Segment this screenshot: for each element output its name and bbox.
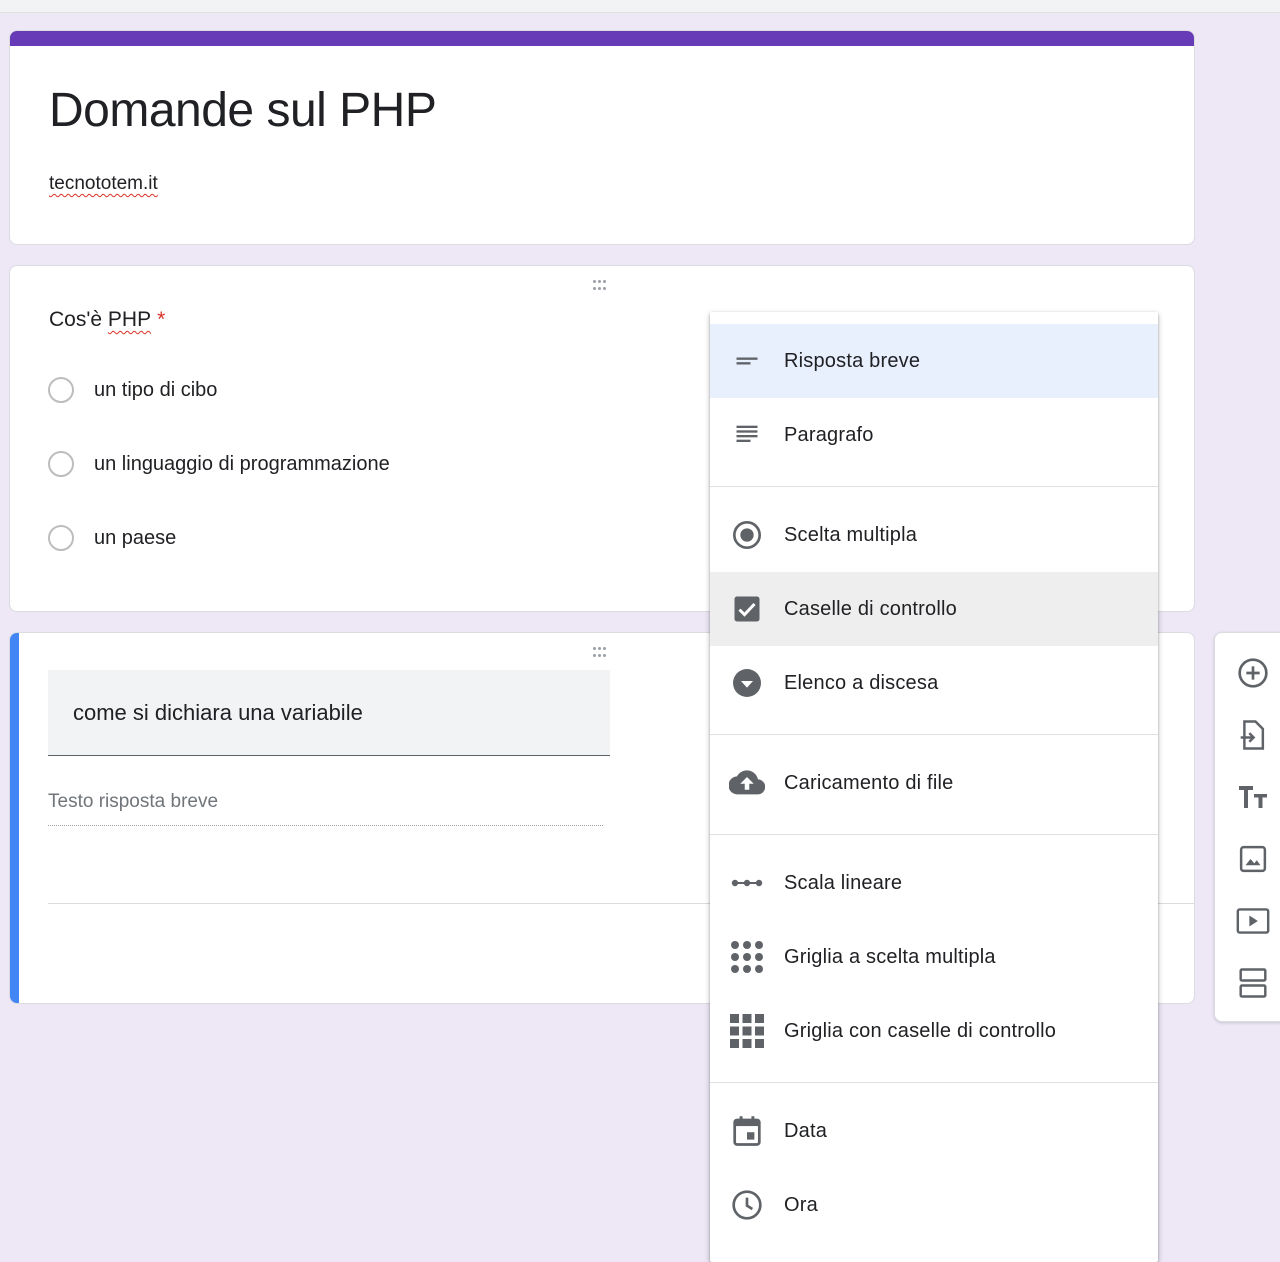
floating-toolbar: [1214, 632, 1280, 1022]
option-label: un paese: [94, 526, 177, 549]
required-asterisk: *: [157, 308, 166, 331]
add-title-icon[interactable]: [1235, 779, 1271, 815]
add-section-icon[interactable]: [1235, 965, 1271, 1001]
radio-button-icon: [729, 517, 765, 553]
menu-item-date[interactable]: Data: [710, 1094, 1158, 1168]
form-header-card: Domande sul PHP tecnototem.it: [9, 30, 1195, 245]
question-title: Cos'è PHP *: [49, 308, 166, 331]
add-image-icon[interactable]: [1235, 841, 1271, 877]
checkbox-icon: [729, 591, 765, 627]
radio-grid-icon: [729, 939, 765, 975]
checkbox-grid-icon: [729, 1013, 765, 1049]
paragraph-icon: [729, 417, 765, 453]
calendar-icon: [729, 1113, 765, 1149]
form-description[interactable]: tecnototem.it: [49, 173, 158, 195]
browser-top-bar: [0, 0, 1280, 13]
clock-icon: [729, 1187, 765, 1223]
option-label: un tipo di cibo: [94, 378, 218, 401]
short-answer-placeholder: Testo risposta breve: [48, 791, 603, 826]
menu-item-paragraph[interactable]: Paragrafo: [710, 398, 1158, 472]
menu-separator: [710, 1082, 1158, 1083]
radio-option[interactable]: un paese: [48, 522, 176, 554]
radio-option[interactable]: un linguaggio di programmazione: [48, 448, 390, 480]
linear-scale-icon: [729, 865, 765, 901]
add-video-icon[interactable]: [1235, 903, 1271, 939]
short-text-icon: [729, 343, 765, 379]
menu-separator: [710, 734, 1158, 735]
dropdown-arrow-icon: [729, 665, 765, 701]
menu-item-multiple-choice-grid[interactable]: Griglia a scelta multipla: [710, 920, 1158, 994]
active-indicator: [10, 633, 19, 1003]
menu-item-checkbox-grid[interactable]: Griglia con caselle di controllo: [710, 994, 1158, 1068]
menu-item-linear-scale[interactable]: Scala lineare: [710, 846, 1158, 920]
drag-handle-icon[interactable]: [593, 280, 608, 294]
question-type-menu[interactable]: Risposta breve Paragrafo Scelta multipla…: [710, 312, 1158, 1262]
radio-circle-icon[interactable]: [48, 451, 74, 477]
menu-item-checkboxes[interactable]: Caselle di controllo: [710, 572, 1158, 646]
add-question-icon[interactable]: [1235, 655, 1271, 691]
option-label: un linguaggio di programmazione: [94, 452, 390, 475]
question-title-input[interactable]: come si dichiara una variabile: [48, 670, 610, 756]
drag-handle-icon[interactable]: [593, 647, 608, 661]
menu-item-multiple-choice[interactable]: Scelta multipla: [710, 498, 1158, 572]
menu-separator: [710, 486, 1158, 487]
radio-circle-icon[interactable]: [48, 377, 74, 403]
radio-circle-icon[interactable]: [48, 525, 74, 551]
menu-item-short-answer[interactable]: Risposta breve: [710, 324, 1158, 398]
menu-item-time[interactable]: Ora: [710, 1168, 1158, 1242]
cloud-upload-icon: [729, 765, 765, 801]
import-questions-icon[interactable]: [1235, 717, 1271, 753]
theme-accent-bar: [10, 31, 1194, 46]
menu-item-dropdown[interactable]: Elenco a discesa: [710, 646, 1158, 720]
radio-option[interactable]: un tipo di cibo: [48, 374, 217, 406]
menu-item-file-upload[interactable]: Caricamento di file: [710, 746, 1158, 820]
menu-separator: [710, 834, 1158, 835]
form-title[interactable]: Domande sul PHP: [49, 83, 437, 138]
